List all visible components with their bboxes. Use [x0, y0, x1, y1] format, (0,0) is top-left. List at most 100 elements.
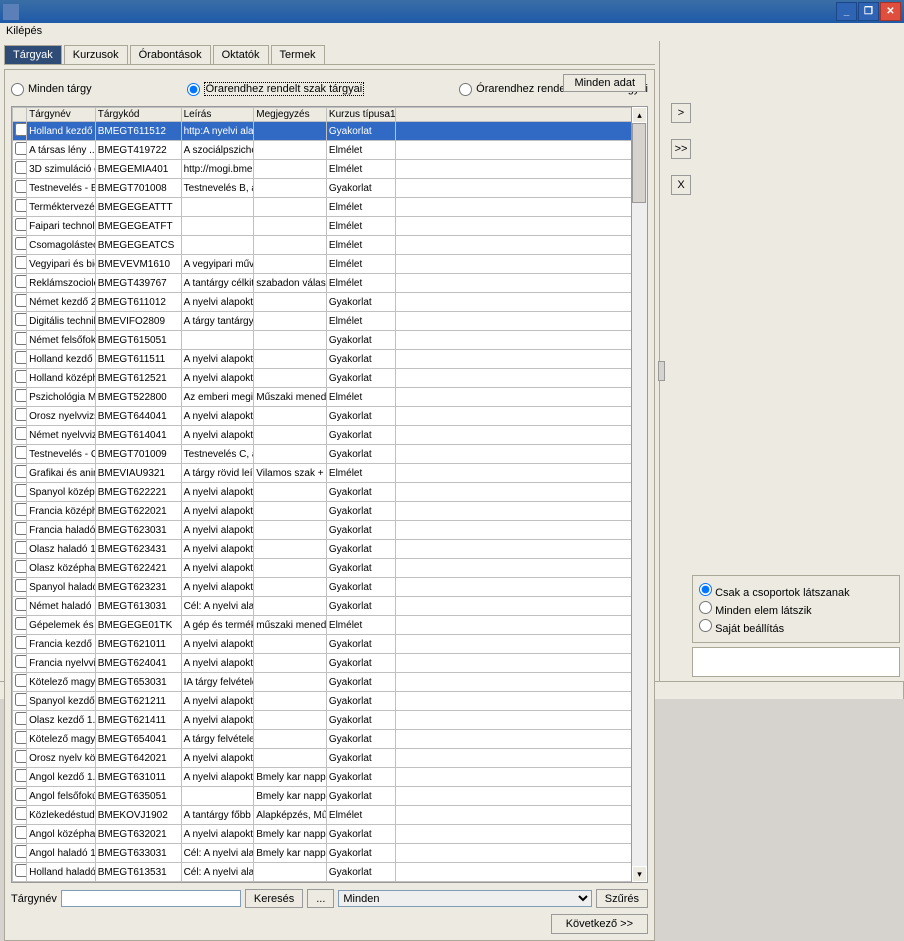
row-checkbox[interactable] — [15, 636, 27, 649]
table-row[interactable]: KözlekedéstudományBMEKOVJ1902A tantárgy … — [13, 806, 632, 825]
row-checkbox[interactable] — [15, 750, 27, 763]
subjects-table[interactable]: TárgynévTárgykódLeírásMegjegyzésKurzus t… — [12, 107, 631, 882]
table-row[interactable]: Kötelező magyar nyeBMEGT653031IA tárgy f… — [13, 673, 632, 692]
row-checkbox[interactable] — [15, 674, 27, 687]
row-checkbox[interactable] — [15, 275, 27, 288]
row-checkbox[interactable] — [15, 712, 27, 725]
szures-button[interactable]: Szűrés — [596, 889, 648, 908]
radio-minden-targy[interactable]: Minden tárgy — [11, 82, 92, 96]
row-checkbox[interactable] — [15, 693, 27, 706]
row-checkbox[interactable] — [15, 769, 27, 782]
tab-kurzusok[interactable]: Kurzusok — [64, 45, 128, 64]
keres-button[interactable]: Keresés — [245, 889, 303, 908]
table-row[interactable]: A társas lény ... (SzoBMEGT419722A szoci… — [13, 141, 632, 160]
table-row[interactable]: Spanyol középhaladóBMEGT622221A nyelvi a… — [13, 483, 632, 502]
table-row[interactable]: 3D szimuláció és preBMEGEMIA401http://mo… — [13, 160, 632, 179]
row-checkbox[interactable] — [15, 845, 27, 858]
maximize-button[interactable]: ❐ — [858, 2, 879, 21]
row-checkbox[interactable] — [15, 446, 27, 459]
scroll-down-icon[interactable]: ▾ — [632, 866, 647, 882]
minden-adat-button[interactable]: Minden adat — [563, 74, 646, 92]
row-checkbox[interactable] — [15, 313, 27, 326]
dots-button[interactable]: ... — [307, 889, 334, 908]
radio-szak-targyai[interactable]: Órarendhez rendelt szak tárgyai — [187, 82, 365, 96]
table-row[interactable]: Holland kezdő 1.BMEGT611511A nyelvi alap… — [13, 350, 632, 369]
vscrollbar[interactable]: ▴ ▾ — [631, 107, 647, 882]
row-checkbox[interactable] — [15, 180, 27, 193]
col-header[interactable]: Leírás — [181, 108, 254, 122]
row-checkbox[interactable] — [15, 522, 27, 535]
row-checkbox[interactable] — [15, 864, 27, 877]
col-header[interactable]: Megjegyzés — [254, 108, 327, 122]
kovetkezo-button[interactable]: Következő >> — [551, 914, 648, 934]
row-checkbox[interactable] — [15, 332, 27, 345]
table-row[interactable]: Francia haladó 1.BMEGT623031A nyelvi ala… — [13, 521, 632, 540]
table-row[interactable]: Terméktervezés korBMEGEGEATTTElmélet — [13, 198, 632, 217]
table-row[interactable]: Olasz középhaladóBMEGT622421A nyelvi ala… — [13, 559, 632, 578]
move-right-button[interactable]: > — [671, 103, 691, 123]
grip-icon[interactable] — [658, 361, 665, 381]
tab-oktatok[interactable]: Oktatók — [213, 45, 269, 64]
table-row[interactable]: Angol középhaladóBMEGT632021A nyelvi ala… — [13, 825, 632, 844]
tab-targyak[interactable]: Tárgyak — [4, 45, 62, 64]
table-row[interactable]: Spanyol haladó 1.BMEGT623231A nyelvi ala… — [13, 578, 632, 597]
table-row[interactable]: Angol kezdő 1.BMEGT631011A nyelvi alapok… — [13, 768, 632, 787]
row-checkbox[interactable] — [15, 218, 27, 231]
row-checkbox[interactable] — [15, 617, 27, 630]
filter-select[interactable]: Minden — [338, 890, 591, 907]
row-checkbox[interactable] — [15, 294, 27, 307]
splitter[interactable] — [660, 41, 663, 681]
scroll-up-icon[interactable]: ▴ — [632, 107, 647, 123]
row-checkbox[interactable] — [15, 655, 27, 668]
table-row[interactable]: Holland kezdő 2.BMEGT611512http:A nyelvi… — [13, 122, 632, 141]
table-row[interactable]: Digitális technikaBMEVIFO2809A tárgy tan… — [13, 312, 632, 331]
tab-termek[interactable]: Termek — [271, 45, 325, 64]
menu-exit[interactable]: Kilépés — [6, 25, 42, 37]
row-checkbox[interactable] — [15, 579, 27, 592]
table-row[interactable]: Pszichológia MMBMEGT522800Az emberi megi… — [13, 388, 632, 407]
table-row[interactable]: Olasz kezdő 1.BMEGT621411A nyelvi alapok… — [13, 711, 632, 730]
row-checkbox[interactable] — [15, 598, 27, 611]
row-checkbox[interactable] — [15, 142, 27, 155]
table-row[interactable]: Francia nyelvvizsgaBMEGT624041A nyelvi a… — [13, 654, 632, 673]
table-row[interactable]: Német nyelvvizsgaBMEGT614041A nyelvi ala… — [13, 426, 632, 445]
row-checkbox[interactable] — [15, 731, 27, 744]
table-row[interactable]: Holland középhaladóBMEGT612521A nyelvi a… — [13, 369, 632, 388]
row-checkbox[interactable] — [15, 256, 27, 269]
col-header[interactable]: Tárgynév — [27, 108, 96, 122]
row-checkbox[interactable] — [15, 484, 27, 497]
table-row[interactable]: Gépelemek és szerkBMEGEGE01TKA gép és te… — [13, 616, 632, 635]
table-row[interactable]: Angol felsőfokú nyelBMEGT635051Bmely kar… — [13, 787, 632, 806]
row-checkbox[interactable] — [15, 370, 27, 383]
radio-csak-csoportok[interactable]: Csak a csoportok látszanak — [699, 582, 893, 600]
table-row[interactable]: Német felsőfokú nyeBMEGT615051Gyakorlat — [13, 331, 632, 350]
row-checkbox[interactable] — [15, 465, 27, 478]
row-checkbox[interactable] — [15, 807, 27, 820]
table-row[interactable]: Testnevelés - BBMEGT701008Testnevelés B,… — [13, 179, 632, 198]
search-input[interactable] — [61, 890, 241, 907]
table-row[interactable]: Német kezdő 2.BMEGT611012A nyelvi alapok… — [13, 293, 632, 312]
row-checkbox[interactable] — [15, 351, 27, 364]
table-row[interactable]: Orosz nyelvvizsga elBMEGT644041A nyelvi … — [13, 407, 632, 426]
table-row[interactable]: Holland haladó 1.BMEGT613531Cél: A nyelv… — [13, 863, 632, 882]
row-checkbox[interactable] — [15, 237, 27, 250]
tab-orabontasok[interactable]: Órabontások — [130, 45, 211, 64]
table-row[interactable]: Angol haladó 1.BMEGT633031Cél: A nyelvi … — [13, 844, 632, 863]
row-checkbox[interactable] — [15, 427, 27, 440]
table-row[interactable]: Faipari technológiákBMEGEGEATFTElmélet — [13, 217, 632, 236]
row-checkbox[interactable] — [15, 389, 27, 402]
col-header[interactable]: Tárgykód — [95, 108, 181, 122]
row-checkbox[interactable] — [15, 161, 27, 174]
row-checkbox[interactable] — [15, 199, 27, 212]
table-row[interactable]: Testnevelés - CBMEGT701009Testnevelés C,… — [13, 445, 632, 464]
row-checkbox[interactable] — [15, 408, 27, 421]
table-row[interactable]: Német haladó 1.BMEGT613031Cél: A nyelvi … — [13, 597, 632, 616]
table-row[interactable]: Francia középhaladóBMEGT622021A nyelvi a… — [13, 502, 632, 521]
row-checkbox[interactable] — [15, 560, 27, 573]
row-checkbox[interactable] — [15, 788, 27, 801]
table-row[interactable]: Olasz haladó 1.BMEGT623431A nyelvi alapo… — [13, 540, 632, 559]
table-row[interactable]: Vegyipari és biomérnBMEVEVM1610A vegyipa… — [13, 255, 632, 274]
col-header[interactable]: Kurzus típusa1 — [326, 108, 395, 122]
row-checkbox[interactable] — [15, 826, 27, 839]
radio-sajat-beallitas[interactable]: Saját beállítás — [699, 618, 893, 636]
